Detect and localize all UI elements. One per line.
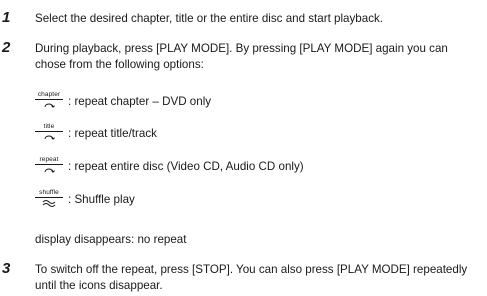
option-description: : Shuffle play (68, 193, 135, 206)
step-text: Select the desired chapter, title or the… (35, 12, 384, 25)
step-number: 2 (2, 39, 11, 56)
option-repeat-chapter: chapter : repeat chapter – DVD only (34, 91, 474, 113)
option-description: : repeat entire disc (Video CD, Audio CD… (68, 160, 304, 173)
repeat-title-icon: title (34, 123, 64, 145)
option-repeat-disc: repeat : repeat entire disc (Video CD, A… (34, 156, 474, 178)
option-description: : repeat chapter – DVD only (68, 95, 212, 108)
option-shuffle: shuffle : Shuffle play (34, 189, 474, 211)
repeat-icon (44, 103, 55, 108)
repeat-icon (44, 135, 55, 140)
no-repeat-note: display disappears: no repeat (35, 233, 187, 246)
step-text: To switch off the repeat, press [STOP]. … (35, 263, 468, 292)
step-number: 1 (2, 9, 11, 26)
repeat-icon (44, 168, 55, 173)
option-repeat-title: title : repeat title/track (34, 123, 474, 145)
shuffle-icon: shuffle (34, 189, 64, 211)
repeat-disc-icon: repeat (34, 156, 64, 178)
option-description: : repeat title/track (68, 127, 157, 140)
step-number: 3 (2, 260, 11, 277)
repeat-chapter-icon: chapter (34, 91, 64, 113)
step-text: During playback, press [PLAY MODE]. By p… (35, 42, 448, 71)
shuffle-wave-icon (42, 200, 56, 207)
